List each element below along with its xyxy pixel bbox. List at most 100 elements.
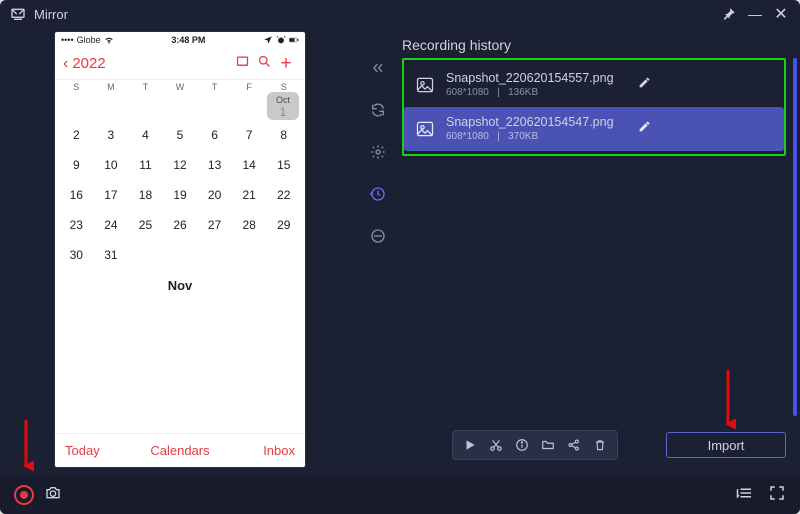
today-button[interactable]: Today xyxy=(55,443,115,458)
calendar-day[interactable]: 26 xyxy=(163,218,198,232)
calendar-day[interactable]: 2 xyxy=(59,128,94,142)
calendar-week: 9101112131415 xyxy=(59,150,301,180)
dow-cell: S xyxy=(59,82,94,92)
image-icon xyxy=(414,119,436,139)
calendar-day[interactable]: 20 xyxy=(197,188,232,202)
wifi-icon xyxy=(104,35,114,45)
location-icon xyxy=(263,35,273,45)
phone-status-bar: •••• Globe 3:48 PM xyxy=(55,32,305,48)
search-icon[interactable] xyxy=(253,54,275,73)
import-button[interactable]: Import xyxy=(666,432,786,458)
calendar-day[interactable]: 3 xyxy=(94,128,129,142)
dow-cell: F xyxy=(232,82,267,92)
calendar-week: 16171819202122 xyxy=(59,180,301,210)
import-label: Import xyxy=(708,438,745,453)
calendar-day[interactable]: 24 xyxy=(94,218,129,232)
minimize-button[interactable]: — xyxy=(746,5,764,23)
history-icon[interactable] xyxy=(366,182,390,206)
image-icon xyxy=(414,75,436,95)
app-logo-icon xyxy=(10,7,26,21)
calendar-day[interactable]: 29 xyxy=(266,218,301,232)
pin-button[interactable] xyxy=(720,5,738,23)
calendar-day[interactable]: 12 xyxy=(163,158,198,172)
item-toolbar xyxy=(452,430,618,460)
play-icon[interactable] xyxy=(459,435,481,455)
record-button[interactable] xyxy=(14,485,34,505)
history-item[interactable]: Snapshot_220620154547.png 608*1080 | 370… xyxy=(404,107,784,151)
dow-cell: S xyxy=(266,82,301,92)
history-item[interactable]: Snapshot_220620154557.png 608*1080 | 136… xyxy=(404,63,784,107)
calendar-footer: Today Calendars Inbox xyxy=(55,433,305,467)
fullscreen-icon[interactable] xyxy=(768,484,786,507)
calendar-day[interactable]: 4 xyxy=(128,128,163,142)
calendars-button[interactable]: Calendars xyxy=(115,443,245,458)
calendar-day[interactable]: 6 xyxy=(197,128,232,142)
inbox-button[interactable]: Inbox xyxy=(245,443,305,458)
edit-icon[interactable] xyxy=(638,120,651,138)
app-title: Mirror xyxy=(34,7,712,22)
calendar-day[interactable]: 17 xyxy=(94,188,129,202)
scrollbar[interactable] xyxy=(793,58,797,416)
calendar-day[interactable]: 27 xyxy=(197,218,232,232)
collapse-icon[interactable] xyxy=(366,56,390,80)
close-button[interactable]: ✕ xyxy=(772,5,790,23)
dow-cell: T xyxy=(197,82,232,92)
right-panel: Recording history Snapshot_220620154557.… xyxy=(396,28,800,476)
folder-icon[interactable] xyxy=(537,435,559,455)
signal-icon: •••• xyxy=(61,35,74,45)
calendar-day[interactable]: 8 xyxy=(266,128,301,142)
calendar-day[interactable]: 21 xyxy=(232,188,267,202)
edit-icon[interactable] xyxy=(638,76,651,94)
settings-icon[interactable] xyxy=(366,140,390,164)
calendar-day[interactable]: 25 xyxy=(128,218,163,232)
calendar-day[interactable]: 14 xyxy=(232,158,267,172)
side-toolstrip xyxy=(360,28,396,476)
delete-icon[interactable] xyxy=(589,435,611,455)
calendar-day[interactable]: 15 xyxy=(266,158,301,172)
calendar-day[interactable]: 31 xyxy=(94,248,129,262)
file-name: Snapshot_220620154557.png xyxy=(446,71,614,87)
exit-icon[interactable] xyxy=(366,224,390,248)
calendar-day[interactable]: 10 xyxy=(94,158,129,172)
add-icon[interactable]: + xyxy=(275,53,297,75)
next-month-label: Nov xyxy=(55,272,305,295)
day-of-week-row: S M T W T F S xyxy=(55,80,305,92)
cut-icon[interactable] xyxy=(485,435,507,455)
calendar-day[interactable]: 5 xyxy=(163,128,198,142)
calendar-day[interactable]: 30 xyxy=(59,248,94,262)
share-icon[interactable] xyxy=(563,435,585,455)
dow-cell: W xyxy=(163,82,198,92)
calendar-day[interactable]: 16 xyxy=(59,188,94,202)
calendar-week: 23242526272829 xyxy=(59,210,301,240)
calendar-day[interactable]: 7 xyxy=(232,128,267,142)
calendar-day[interactable]: 22 xyxy=(266,188,301,202)
camera-button[interactable] xyxy=(44,485,62,506)
calendar-grid[interactable]: 2345678910111213141516171819202122232425… xyxy=(55,118,305,272)
calendar-day[interactable]: 28 xyxy=(232,218,267,232)
sync-icon[interactable] xyxy=(366,98,390,122)
calendar-day[interactable]: 9 xyxy=(59,158,94,172)
box-icon[interactable] xyxy=(231,54,253,73)
file-info: 608*1080 | 136KB xyxy=(446,87,614,100)
calendar-year[interactable]: 2022 xyxy=(72,55,231,72)
carrier-label: Globe xyxy=(77,35,101,45)
month-badge-day: 1 xyxy=(280,106,287,118)
month-badge-label: Oct xyxy=(276,96,290,105)
calendar-day[interactable]: 11 xyxy=(128,158,163,172)
calendar-day[interactable]: 18 xyxy=(128,188,163,202)
calendar-day[interactable]: 13 xyxy=(197,158,232,172)
title-bar: Mirror — ✕ xyxy=(0,0,800,28)
info-icon[interactable] xyxy=(511,435,533,455)
calendar-day[interactable]: 19 xyxy=(163,188,198,202)
calendar-day[interactable]: 23 xyxy=(59,218,94,232)
alarm-icon xyxy=(276,35,286,45)
list-icon[interactable] xyxy=(736,484,754,507)
file-name: Snapshot_220620154547.png xyxy=(446,115,614,131)
mirror-area: •••• Globe 3:48 PM ‹ 2022 xyxy=(0,28,360,476)
calendar-week: 2345678 xyxy=(59,120,301,150)
history-highlight-box: Snapshot_220620154557.png 608*1080 | 136… xyxy=(402,58,786,156)
bottom-bar xyxy=(0,476,800,514)
panel-header: Recording history xyxy=(402,32,786,58)
back-chevron-icon[interactable]: ‹ xyxy=(63,55,68,73)
month-badge[interactable]: Oct 1 xyxy=(267,92,299,120)
